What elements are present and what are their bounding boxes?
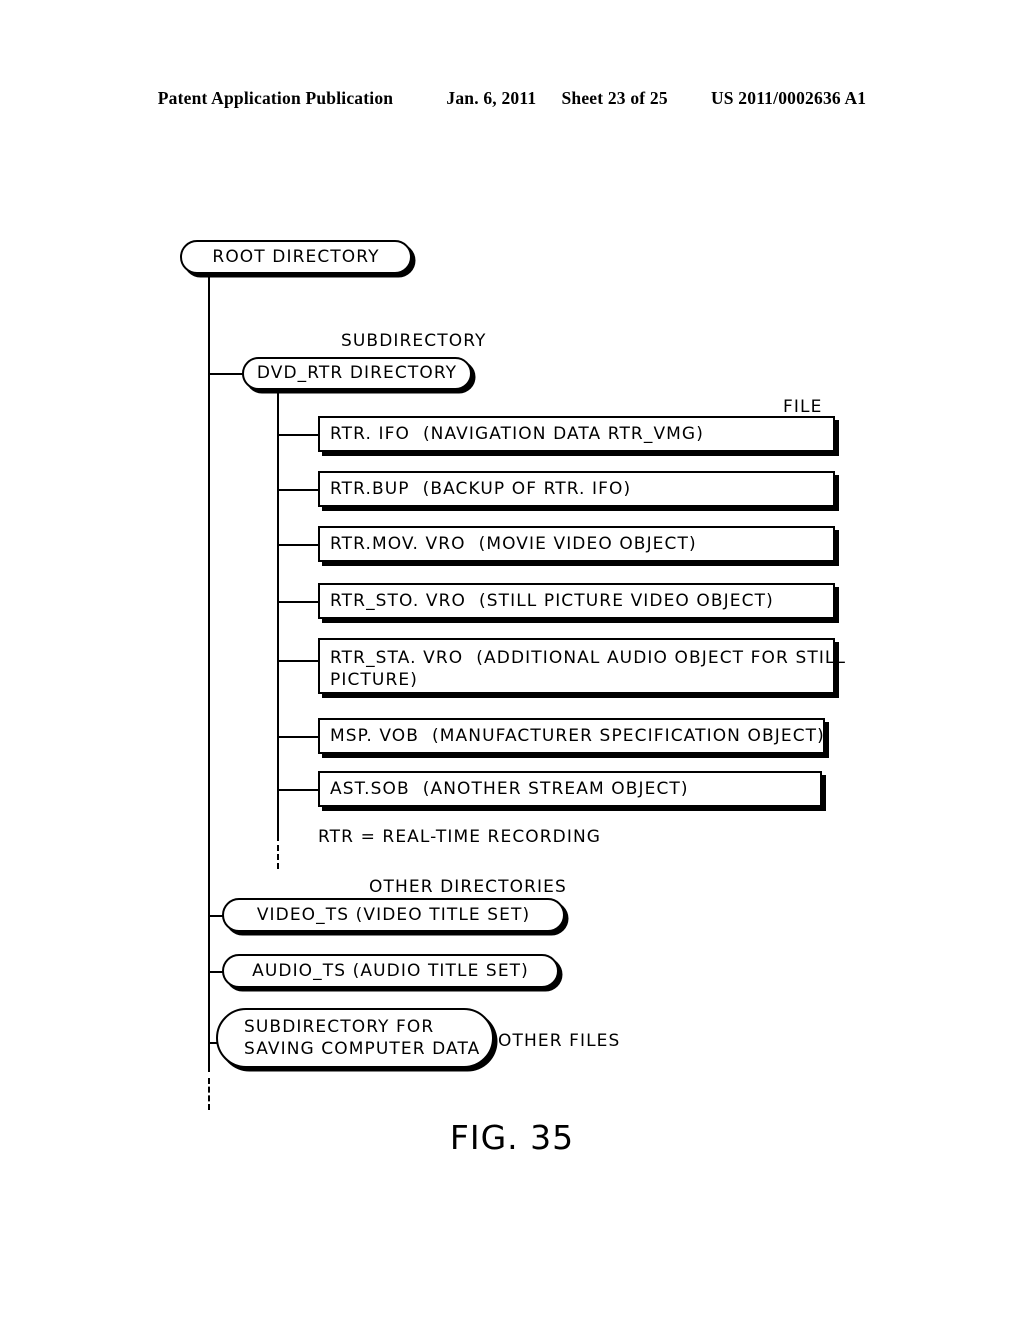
file-box-rtr-sto-vro-label: RTR_STO. VRO (STILL PICTURE VIDEO OBJECT…: [330, 590, 774, 611]
rtr-abbreviation-note: RTR = REAL-TIME RECORDING: [318, 827, 602, 847]
node-root-directory-label: ROOT DIRECTORY: [212, 246, 380, 267]
dvd-rtr-trunk-line: [277, 390, 279, 841]
node-dvd-rtr-directory[interactable]: DVD_RTR DIRECTORY: [242, 357, 472, 390]
file-box-ast-sob[interactable]: AST.SOB (ANOTHER STREAM OBJECT): [318, 771, 822, 807]
dvd-rtr-trunk-dashed-end: [277, 845, 279, 869]
branch-line-file-3: [277, 601, 320, 603]
file-box-rtr-sta-vro[interactable]: RTR_STA. VRO (ADDITIONAL AUDIO OBJECT FO…: [318, 638, 845, 694]
root-trunk-dashed-end: [208, 1078, 210, 1110]
node-dvd-rtr-directory-label: DVD_RTR DIRECTORY: [256, 363, 458, 384]
node-video-ts-label: VIDEO_TS (VIDEO TITLE SET): [256, 904, 531, 925]
file-box-ast-sob-label: AST.SOB (ANOTHER STREAM OBJECT): [330, 778, 689, 799]
node-video-ts[interactable]: VIDEO_TS (VIDEO TITLE SET): [222, 898, 565, 932]
branch-line-file-4: [277, 660, 320, 662]
file-annotation: FILE: [783, 397, 823, 417]
branch-line-file-1: [277, 489, 320, 491]
file-box-rtr-mov-vro-label: RTR.MOV. VRO (MOVIE VIDEO OBJECT): [330, 533, 697, 554]
other-files-annotation: OTHER FILES: [498, 1031, 621, 1051]
node-computer-data-directory-label: SUBDIRECTORY FOR SAVING COMPUTER DATA: [244, 1016, 481, 1059]
node-root-directory[interactable]: ROOT DIRECTORY: [180, 240, 412, 274]
node-audio-ts[interactable]: AUDIO_TS (AUDIO TITLE SET): [222, 954, 559, 988]
file-box-msp-vob[interactable]: MSP. VOB (MANUFACTURER SPECIFICATION OBJ…: [318, 718, 825, 754]
branch-line-dvd-rtr: [208, 373, 244, 375]
file-box-msp-vob-label: MSP. VOB (MANUFACTURER SPECIFICATION OBJ…: [330, 725, 825, 746]
file-box-rtr-bup-label: RTR.BUP (BACKUP OF RTR. IFO): [330, 478, 632, 499]
file-box-rtr-sto-vro[interactable]: RTR_STO. VRO (STILL PICTURE VIDEO OBJECT…: [318, 583, 835, 619]
file-box-rtr-bup[interactable]: RTR.BUP (BACKUP OF RTR. IFO): [318, 471, 835, 507]
root-trunk-line: [208, 272, 210, 1072]
figure-caption: FIG. 35: [449, 1118, 575, 1157]
branch-line-file-6: [277, 789, 320, 791]
branch-line-file-2: [277, 544, 320, 546]
branch-line-file-5: [277, 736, 320, 738]
file-box-rtr-mov-vro[interactable]: RTR.MOV. VRO (MOVIE VIDEO OBJECT): [318, 526, 835, 562]
file-box-rtr-ifo[interactable]: RTR. IFO (NAVIGATION DATA RTR_VMG): [318, 416, 835, 452]
subdirectory-annotation: SUBDIRECTORY: [341, 331, 487, 351]
branch-line-file-0: [277, 434, 320, 436]
node-computer-data-directory[interactable]: SUBDIRECTORY FOR SAVING COMPUTER DATA: [216, 1008, 494, 1068]
other-directories-annotation: OTHER DIRECTORIES: [369, 877, 567, 897]
node-audio-ts-label: AUDIO_TS (AUDIO TITLE SET): [252, 960, 529, 981]
file-box-rtr-ifo-label: RTR. IFO (NAVIGATION DATA RTR_VMG): [330, 423, 704, 444]
file-box-rtr-sta-vro-label: RTR_STA. VRO (ADDITIONAL AUDIO OBJECT FO…: [330, 648, 847, 691]
